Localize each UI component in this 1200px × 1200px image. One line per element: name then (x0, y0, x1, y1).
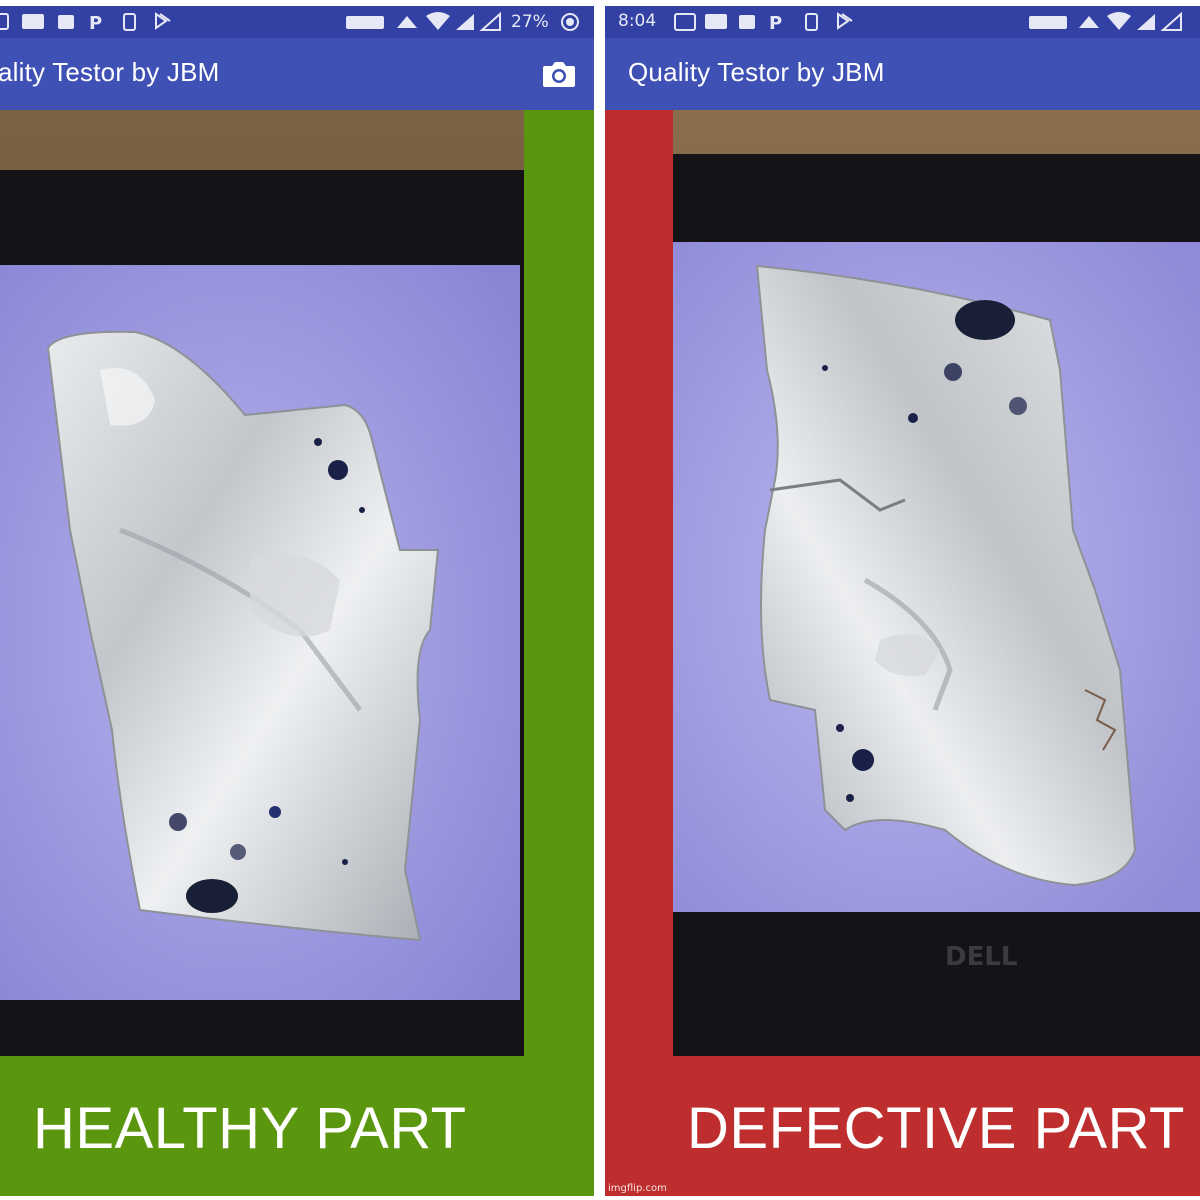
app-bar: Quality Testor by JBM (605, 38, 1200, 110)
wifi-icon (1107, 12, 1131, 30)
notification-icons: P (674, 11, 1182, 34)
left-screenshot-panel: P 27% ality Testor by JBM HEALTHY PART (0, 6, 594, 1196)
app-title: ality Testor by JBM (0, 57, 220, 87)
svg-text:P: P (89, 13, 102, 34)
result-label: DEFECTIVE PART (687, 1096, 1185, 1161)
mute-icon (1079, 16, 1099, 28)
result-banner: HEALTHY PART (0, 1056, 594, 1196)
status-bar: 8:04 P (605, 6, 1200, 38)
result-banner: DEFECTIVE PART imgflip.com (605, 1056, 1200, 1196)
signal-icon (1137, 14, 1155, 30)
result-label: HEALTHY PART (33, 1096, 467, 1161)
status-stripe (605, 110, 673, 1064)
camera-icon[interactable] (542, 60, 576, 88)
right-screenshot-panel: 8:04 P Quality Testor by JBM DELL DEFECT… (605, 6, 1200, 1196)
svg-text:P: P (769, 13, 782, 34)
status-bar: P 27% (0, 6, 594, 38)
camera-preview-healthy (0, 110, 594, 1064)
notification-icons: P (0, 11, 579, 34)
mute-icon (397, 16, 417, 28)
wifi-icon (426, 12, 450, 30)
camera-preview-defective: DELL (605, 110, 1200, 1064)
watermark: imgflip.com (608, 1183, 667, 1194)
app-bar: ality Testor by JBM (0, 38, 594, 110)
signal-icon (456, 14, 474, 30)
laptop-brand-logo: DELL (945, 942, 1017, 972)
app-title: Quality Testor by JBM (628, 57, 885, 87)
battery-percentage: 27% (511, 12, 549, 32)
status-stripe (524, 110, 594, 1064)
